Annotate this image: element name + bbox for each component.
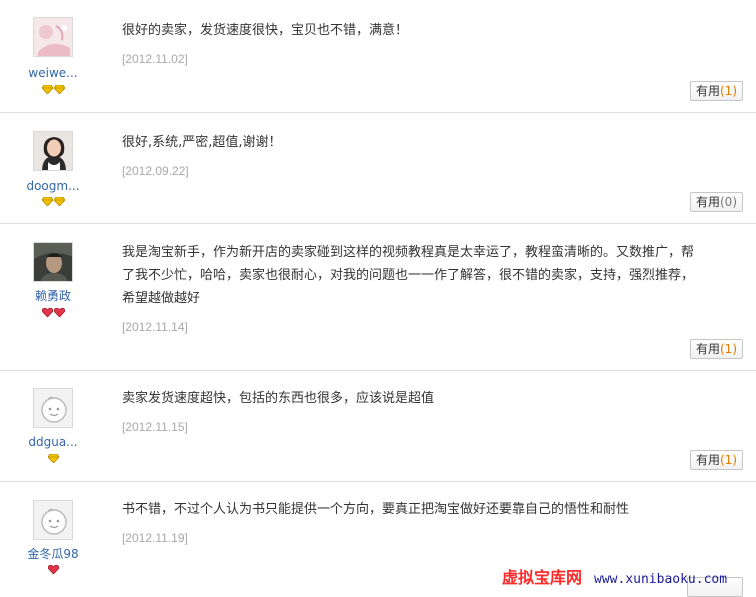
- review-comment: 我是淘宝新手，作为新开店的卖家碰到这样的视频教程真是太幸运了，教程蛮清晰的。又数…: [122, 245, 695, 306]
- useful-button[interactable]: 有用(1): [689, 339, 743, 359]
- gold-diamond-icon: [41, 197, 53, 206]
- watermark-url: www.xunibaoku.com: [594, 572, 728, 587]
- review-content: 我是淘宝新手，作为新开店的卖家碰到这样的视频教程真是太幸运了，教程蛮清晰的。又数…: [122, 241, 702, 334]
- gold-diamond-icon: [53, 197, 65, 206]
- review-list: weiwe... 很好的卖家，发货速度很快，宝贝也不错，满意！ [2012.11…: [0, 0, 756, 597]
- review-content: 卖家发货速度超快，包括的东西也很多，应该说是超值 [2012.11.15]: [122, 387, 708, 434]
- useful-label: 有用: [695, 342, 720, 356]
- watermark-site-name: 虚拟宝库网: [502, 568, 583, 587]
- gold-diamond-icon: [53, 85, 65, 94]
- useful-button[interactable]: 有用(1): [689, 81, 743, 101]
- user-avatar[interactable]: [33, 500, 73, 540]
- review-date: [2012.11.14]: [122, 320, 188, 334]
- useful-label: 有用: [695, 84, 720, 98]
- red-heart-icon: [47, 565, 59, 574]
- useful-label: 有用: [695, 453, 720, 467]
- gold-diamond-icon: [41, 85, 53, 94]
- useful-count: (1): [720, 84, 737, 98]
- credit-badges: [0, 85, 106, 94]
- credit-badges: [0, 197, 106, 206]
- username-link[interactable]: weiwe...: [0, 66, 106, 80]
- review-comment: 很好,系统,严密,超值,谢谢！: [122, 135, 282, 150]
- default-avatar-icon: [34, 389, 72, 427]
- review-comment: 书不错，不过个人认为书只能提供一个方向，要真正把淘宝做好还要靠自己的悟性和耐性: [122, 502, 630, 517]
- review-content: 书不错，不过个人认为书只能提供一个方向，要真正把淘宝做好还要靠自己的悟性和耐性 …: [122, 498, 708, 545]
- review-date: [2012.11.15]: [122, 420, 188, 434]
- review-date: [2012.09.22]: [122, 164, 189, 178]
- review-comment: 很好的卖家，发货速度很快，宝贝也不错，满意！: [122, 23, 409, 38]
- review-item: doogm... 很好,系统,严密,超值,谢谢！ [2012.09.22] 有用…: [0, 113, 756, 224]
- review-item: weiwe... 很好的卖家，发货速度很快，宝贝也不错，满意！ [2012.11…: [0, 0, 756, 113]
- useful-count: (1): [720, 342, 737, 356]
- review-content: 很好的卖家，发货速度很快，宝贝也不错，满意！ [2012.11.02]: [122, 19, 708, 66]
- review-item: ddgua... 卖家发货速度超快，包括的东西也很多，应该说是超值 [2012.…: [0, 371, 756, 482]
- gold-diamond-icon: [47, 454, 59, 463]
- red-heart-icon: [53, 308, 65, 317]
- red-heart-icon: [41, 308, 53, 317]
- credit-badges: [0, 454, 106, 463]
- woman-photo-icon: [34, 132, 72, 170]
- pink-photo-icon: [34, 18, 72, 56]
- useful-count: (0): [720, 195, 737, 209]
- username-link[interactable]: doogm...: [0, 179, 106, 193]
- review-content: 很好,系统,严密,超值,谢谢！ [2012.09.22]: [122, 131, 708, 178]
- username-link[interactable]: ddgua...: [0, 435, 106, 449]
- review-date: [2012.11.02]: [122, 52, 188, 66]
- useful-label: 有用: [695, 195, 720, 209]
- review-date: [2012.11.19]: [122, 531, 188, 545]
- user-avatar[interactable]: [33, 17, 73, 57]
- user-avatar[interactable]: [33, 242, 73, 282]
- useful-count: (1): [720, 453, 737, 467]
- user-avatar[interactable]: [33, 131, 73, 171]
- user-avatar[interactable]: [33, 388, 73, 428]
- username-link[interactable]: 金冬瓜98: [0, 545, 106, 562]
- useful-button[interactable]: 有用(0): [689, 192, 743, 212]
- useful-button[interactable]: 有用(1): [689, 450, 743, 470]
- man-photo-icon: [34, 243, 72, 281]
- credit-badges: [0, 565, 106, 574]
- username-link[interactable]: 赖勇政: [0, 287, 106, 304]
- credit-badges: [0, 308, 106, 317]
- default-avatar-icon: [34, 501, 72, 539]
- review-item: 赖勇政 我是淘宝新手，作为新开店的卖家碰到这样的视频教程真是太幸运了，教程蛮清晰…: [0, 224, 756, 371]
- site-watermark: 虚拟宝库网 www.xunibaoku.com: [502, 564, 727, 588]
- review-comment: 卖家发货速度超快，包括的东西也很多，应该说是超值: [122, 391, 435, 406]
